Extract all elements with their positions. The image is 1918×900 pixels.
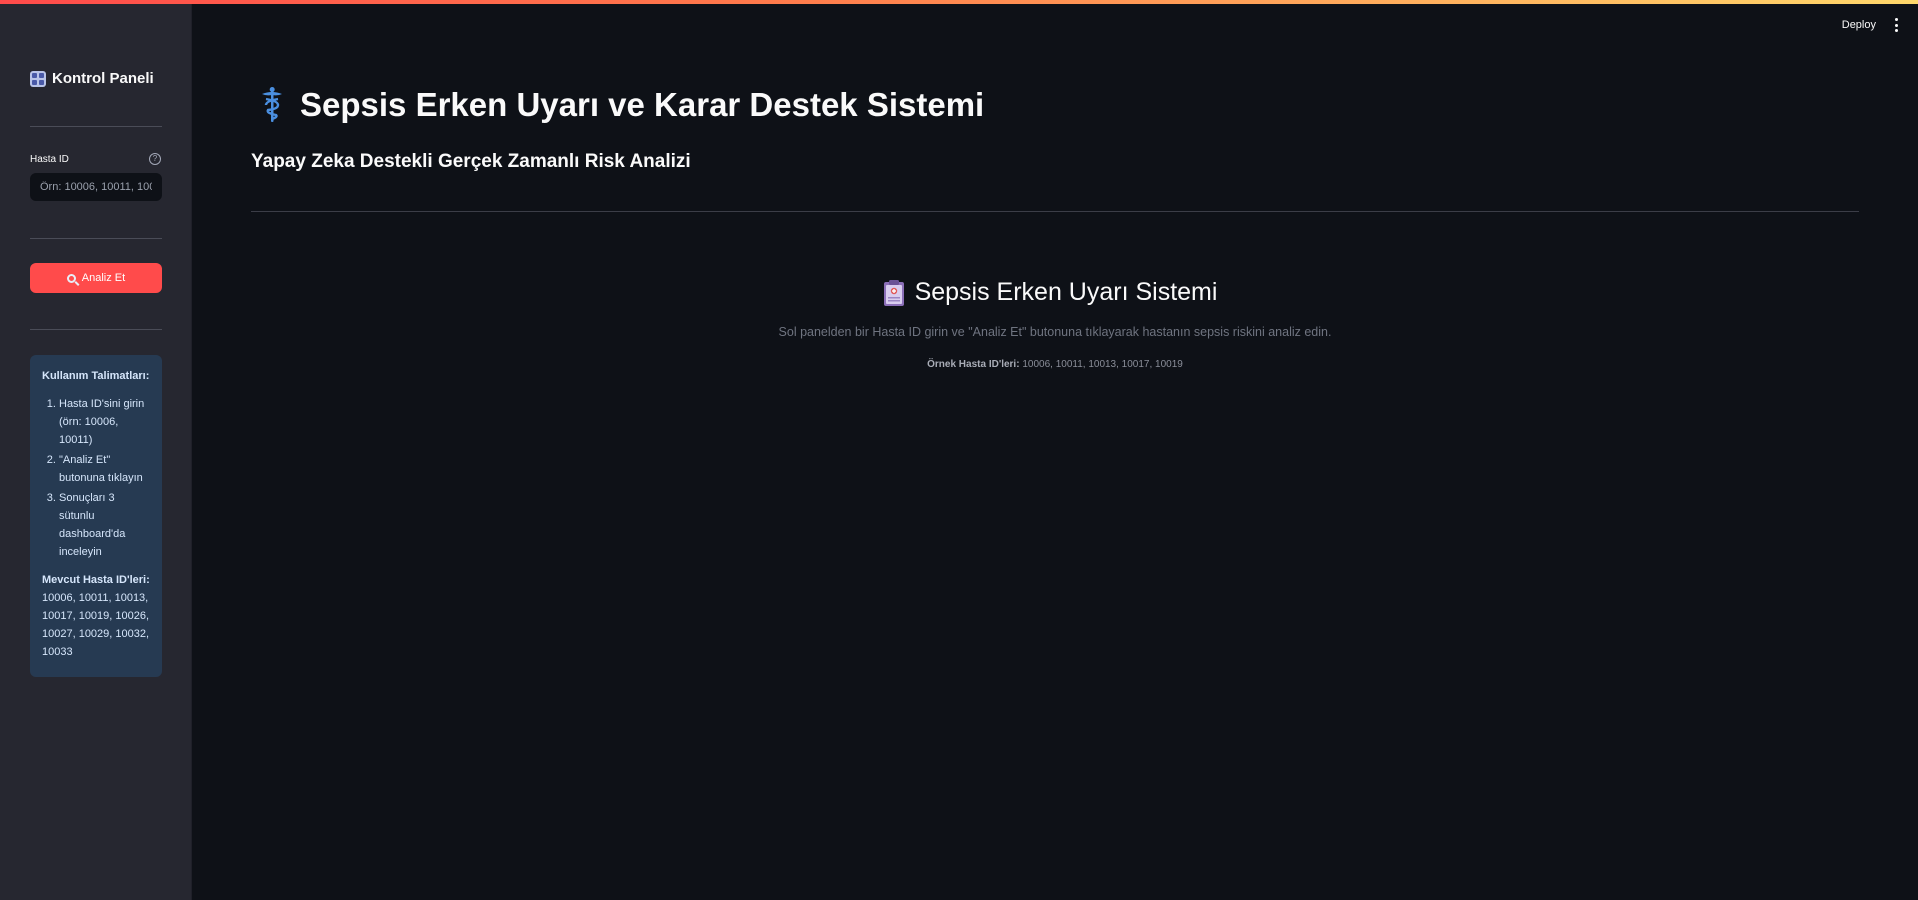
- instructions-list: Hasta ID'sini girin (örn: 10006, 10011) …: [42, 395, 150, 561]
- welcome-title: Sepsis Erken Uyarı Sistemi: [914, 278, 1218, 306]
- clipboard-icon: [883, 279, 904, 306]
- page-title-text: Sepsis Erken Uyarı ve Karar Destek Siste…: [300, 86, 985, 123]
- page-subtitle: Yapay Zeka Destekli Gerçek Zamanlı Risk …: [251, 151, 691, 172]
- available-ids: Mevcut Hasta ID'leri: 10006, 10011, 1001…: [42, 571, 150, 661]
- patient-id-label: Hasta ID: [30, 154, 69, 165]
- kebab-menu-icon[interactable]: [1894, 18, 1898, 32]
- sidebar-title-text: Kontrol Paneli: [52, 70, 154, 87]
- main-divider: [251, 211, 1859, 212]
- welcome-heading: Sepsis Erken Uyarı Sistemi: [0, 278, 1918, 307]
- sidebar-divider: [30, 238, 162, 239]
- sample-ids-list: 10006, 10011, 10013, 10017, 10019: [1022, 359, 1183, 370]
- instruction-step: Sonuçları 3 sütunlu dashboard'da inceley…: [59, 489, 150, 561]
- sidebar: Kontrol Paneli Hasta ID ? Analiz Et Kull…: [0, 0, 192, 900]
- instruction-step: Hasta ID'sini girin (örn: 10006, 10011): [59, 395, 150, 449]
- page-title: Sepsis Erken Uyarı ve Karar Destek Siste…: [258, 86, 984, 124]
- instruction-step: "Analiz Et" butonuna tıklayın: [59, 451, 150, 487]
- help-icon[interactable]: ?: [149, 153, 161, 165]
- sample-ids-label: Örnek Hasta ID'leri:: [927, 359, 1020, 370]
- instructions-box: Kullanım Talimatları: Hasta ID'sini giri…: [30, 355, 162, 677]
- top-decoration-bar: [0, 0, 1918, 4]
- sidebar-divider: [30, 329, 162, 330]
- caduceus-icon: [262, 87, 282, 122]
- welcome-description: Sol panelden bir Hasta ID girin ve "Anal…: [778, 325, 1332, 339]
- instructions-title: Kullanım Talimatları:: [42, 370, 150, 382]
- sidebar-title: Kontrol Paneli: [30, 70, 154, 87]
- patient-id-input[interactable]: [30, 173, 162, 201]
- available-ids-list: 10006, 10011, 10013, 10017, 10019, 10026…: [42, 592, 150, 658]
- available-ids-label: Mevcut Hasta ID'leri:: [42, 574, 150, 586]
- deploy-button[interactable]: Deploy: [1842, 19, 1876, 31]
- sample-ids: Örnek Hasta ID'leri: 10006, 10011, 10013…: [192, 359, 1918, 370]
- sidebar-divider: [30, 126, 162, 127]
- dashboard-icon: [30, 70, 46, 87]
